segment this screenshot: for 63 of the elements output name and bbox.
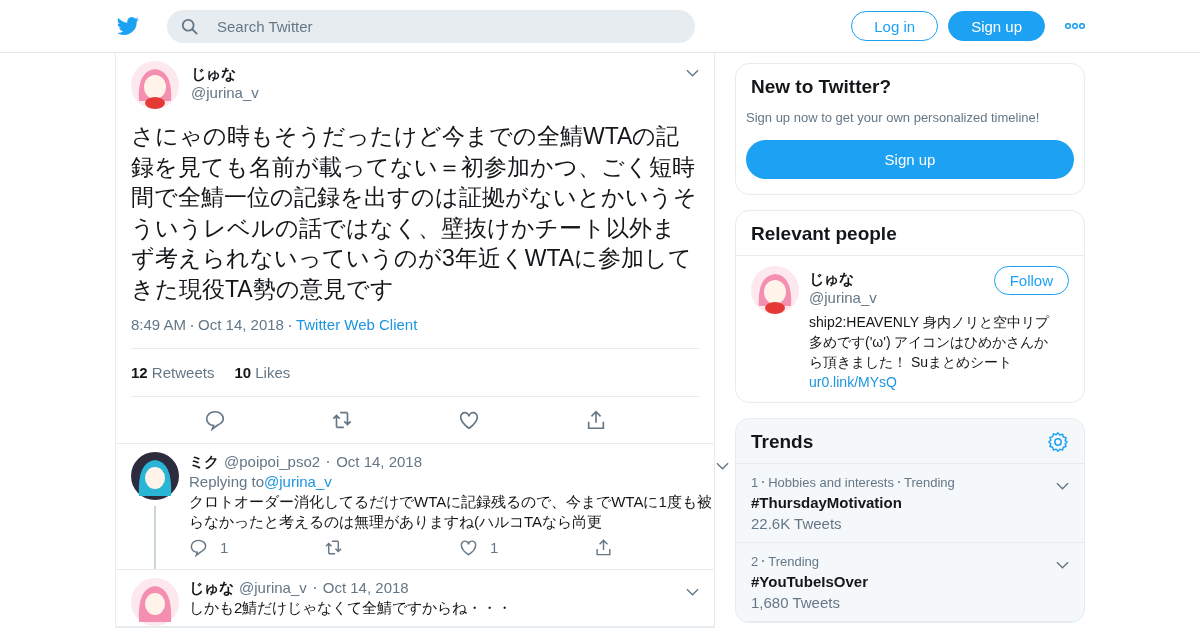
search-field[interactable]: Search Twitter	[167, 9, 695, 43]
trend-status: Trending	[904, 474, 955, 490]
replying-label: Replying to	[189, 473, 265, 490]
bird-logo-icon[interactable]	[115, 15, 141, 37]
retweet-icon[interactable]	[324, 538, 343, 557]
reply-icon[interactable]	[203, 409, 226, 431]
user-name[interactable]: ミク	[189, 452, 219, 471]
trend-rank: 2	[751, 553, 759, 569]
likes-count[interactable]: 10 Likes	[234, 364, 291, 381]
trend-context: Hobbies and interests	[768, 474, 894, 490]
tweet-text: さにゃの時もそうだったけど今までの全鯖WTAの記録を見ても名前が載ってない＝初参加かつ、ごく短時間で全鯖一位の記録を出すのは証拠がないとかいうそういうレベルの話ではなく、壁抜けかチート以外まず考えられないっていうのが3年近くWTAに参加してきた現役TA勢の意見です	[131, 122, 698, 304]
chevron-icon[interactable]	[716, 461, 729, 470]
login-button[interactable]: Log in	[851, 11, 939, 41]
settings-icon[interactable]	[1047, 431, 1069, 453]
tweet-time: 8:49 AM	[131, 316, 187, 333]
trend-item[interactable]: 1 Hobbies and interests Trending #ThursdayMotivation 22.6K Tweets	[736, 464, 1084, 543]
chevron-icon[interactable]	[1056, 482, 1069, 490]
heart-icon[interactable]	[457, 409, 480, 431]
signup-button[interactable]: Sign up	[948, 11, 1045, 41]
card-title: New to Twitter?	[750, 76, 893, 98]
card-title: Relevant people	[736, 211, 1084, 256]
trend-hashtag: #ThursdayMotivation	[751, 494, 903, 511]
more-icon[interactable]	[1065, 23, 1085, 29]
reply-icon[interactable]	[189, 538, 208, 557]
bio-link[interactable]: ur0.link/MYsQ	[809, 374, 897, 390]
chevron-icon[interactable]	[686, 587, 699, 596]
source-link[interactable]: Twitter Web Client	[295, 316, 418, 333]
card-title: Trends	[751, 431, 814, 453]
user-name[interactable]: じゅな	[189, 578, 234, 597]
trend-status: Trending	[768, 553, 820, 569]
heart-icon[interactable]	[459, 538, 478, 557]
user-handle[interactable]: @poipoi_pso2	[224, 452, 321, 471]
reply-count: 1	[220, 539, 229, 556]
signup-button[interactable]: Sign up	[746, 140, 1074, 179]
user-handle[interactable]: @jurina_v	[809, 289, 994, 306]
trend-hashtag: #YouTubeIsOver	[751, 573, 869, 590]
reply-date[interactable]: Oct 14, 2018	[322, 578, 409, 597]
user-bio: ship2:HEAVENLY 身内ノリと空中リプ多めです('ω') アイコンはひめかさんから頂きました！ Suまとめシート ur0.link/MYsQ	[809, 313, 1051, 392]
trend-count: 1,680 Tweets	[751, 594, 841, 611]
mention-link[interactable]: @jurina_v	[264, 473, 332, 490]
tweet-date: Oct 14, 2018	[198, 316, 284, 333]
user-handle[interactable]: @jurina_v	[239, 578, 307, 597]
retweet-icon[interactable]	[330, 409, 353, 431]
trend-rank: 1	[751, 474, 759, 490]
avatar[interactable]	[131, 452, 179, 500]
chevron-icon[interactable]	[1056, 561, 1069, 569]
retweets-count[interactable]: 12 Retweets	[131, 364, 215, 381]
reply-text: しかも2鯖だけじゃなくて全鯖ですからね・・・	[189, 598, 514, 618]
search-icon	[181, 17, 199, 36]
reply-date[interactable]: Oct 14, 2018	[336, 452, 423, 471]
chevron-icon[interactable]	[686, 69, 699, 77]
reply-text: クロトオーダー消化してるだけでWTAに記録残るので、今までWTAに1度も被らなかったと考えるのは無理がありますね(ハルコTAなら尚更	[189, 492, 713, 532]
reply[interactable]: じゅな @jurina_v Oct 14, 2018 しかも2鯖だけじゃなくて全鯖ですからね・・・	[116, 570, 714, 627]
trend-count: 22.6K Tweets	[751, 515, 843, 532]
user-name[interactable]: じゅな	[191, 65, 674, 84]
reply[interactable]: ミク @poipoi_pso2 Oct 14, 2018 Replying to@jurina_v クロトオーダー消化してるだけでWTAに記録残るので、今までWTAに1度も被らなかったと考えるのは無理がありますね(ハルコTAなら尚更 1 1	[116, 444, 714, 570]
trend-item[interactable]: 2 Trending #YouTubeIsOver 1,680 Tweets	[736, 543, 1084, 622]
like-count: 1	[490, 539, 499, 556]
user-handle[interactable]: @jurina_v	[191, 84, 674, 101]
user-name[interactable]: じゅな	[809, 270, 994, 289]
card-text: Sign up now to get your own personalized timeline!	[746, 110, 1041, 125]
share-icon[interactable]	[594, 538, 613, 557]
follow-button[interactable]: Follow	[993, 266, 1069, 295]
